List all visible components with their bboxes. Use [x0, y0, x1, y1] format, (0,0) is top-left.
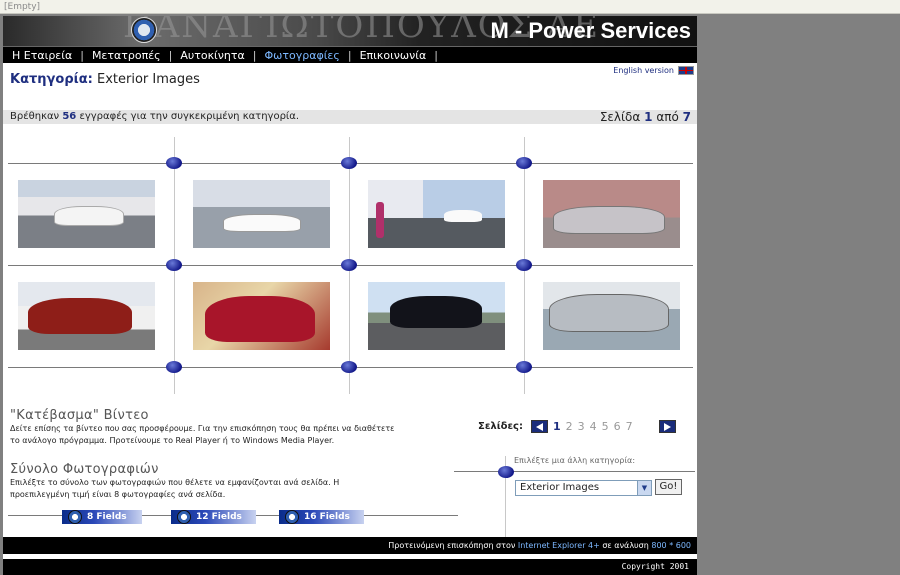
photo-thumbnail-8[interactable]	[543, 282, 680, 350]
page-of: από	[656, 110, 679, 124]
fields-16-button[interactable]: 16 Fields	[279, 510, 364, 524]
copyright-bar: Copyright 2001	[3, 559, 697, 575]
brand-title: M - Power Services	[490, 18, 691, 43]
page-link-3[interactable]: 3	[578, 420, 585, 433]
fields-8-label[interactable]: 8 Fields	[87, 512, 127, 522]
fields-12-label[interactable]: 12 Fields	[196, 512, 242, 522]
footer-bar: Προτεινόμενη επισκόπηση στον Internet Ex…	[3, 537, 697, 554]
photo-thumbnail-5[interactable]	[18, 282, 155, 350]
video-download-title: "Κατέβασμα" Βίντεο	[10, 408, 149, 423]
footer-browser-link[interactable]: Internet Explorer 4+	[518, 541, 600, 550]
video-download-text: Δείτε επίσης τα βίντεο που σας προσφέρου…	[10, 424, 395, 445]
photo-thumbnail-1[interactable]	[18, 180, 155, 248]
photo-thumbnail-7[interactable]	[368, 282, 505, 350]
page-indicator: Σελίδα 1 από 7	[600, 110, 691, 124]
category-select-label: Επιλέξτε μια άλλη κατηγορία:	[514, 456, 636, 465]
photo-grid	[3, 131, 697, 396]
fields-16-label[interactable]: 16 Fields	[304, 512, 350, 522]
nav-separator: |	[168, 49, 173, 62]
grid-bullet-icon	[166, 157, 182, 169]
category-value: Exterior Images	[96, 72, 200, 87]
grid-bullet-icon	[341, 259, 357, 271]
fields-8-button[interactable]: 8 Fields	[62, 510, 142, 524]
nav-separator: |	[252, 49, 257, 62]
nav-contact[interactable]: Επικοινωνία	[360, 49, 427, 62]
fields-12-button[interactable]: 12 Fields	[171, 510, 256, 524]
photo-thumbnail-2[interactable]	[193, 180, 330, 248]
main-nav: Η Εταιρεία | Μετατροπές | Αυτοκίνητα | Φωτογρα…	[3, 46, 697, 63]
photo-count-title: Σύνολο Φωτογραφιών	[10, 462, 159, 477]
nav-separator: |	[434, 49, 438, 62]
nav-separator: |	[347, 49, 352, 62]
grid-bullet-icon	[166, 259, 182, 271]
page-link-4[interactable]: 4	[590, 420, 597, 433]
go-button[interactable]: Go!	[655, 479, 682, 495]
grid-bullet-icon	[516, 157, 532, 169]
english-version-link[interactable]: English version	[613, 66, 694, 75]
english-version-label[interactable]: English version	[613, 66, 674, 75]
page-link-7[interactable]: 7	[626, 420, 633, 433]
grid-bullet-icon	[516, 259, 532, 271]
photo-thumbnail-4[interactable]	[543, 180, 680, 248]
pagination: Σελίδες: 1 2 3 4 5 6 7	[478, 420, 676, 433]
nav-conversions[interactable]: Μετατροπές	[92, 49, 161, 62]
category-label: Κατηγορία:	[10, 72, 93, 87]
results-count: 56	[62, 111, 77, 122]
photo-thumbnail-3[interactable]	[368, 180, 505, 248]
nav-photos[interactable]: Φωτογραφίες	[264, 49, 339, 62]
prev-page-arrow-icon[interactable]	[531, 420, 548, 433]
pagination-label: Σελίδες:	[478, 421, 523, 432]
results-prefix: Βρέθηκαν	[10, 111, 60, 122]
copyright-text: Copyright 2001	[621, 562, 689, 571]
chevron-down-icon[interactable]: ▼	[637, 481, 651, 495]
page-current: 1	[644, 110, 653, 124]
grid-bullet-icon	[516, 361, 532, 373]
page-link-2[interactable]: 2	[566, 420, 573, 433]
category-select[interactable]: Exterior Images ▼	[515, 480, 652, 496]
photo-count-text: Επιλέξτε το σύνολο των φωτογραφιών που θ…	[10, 478, 340, 499]
page-total: 7	[682, 110, 691, 124]
nav-cars[interactable]: Αυτοκίνητα	[180, 49, 244, 62]
grid-bullet-icon	[166, 361, 182, 373]
uk-flag-icon[interactable]	[678, 66, 694, 75]
empty-area	[697, 14, 900, 575]
grid-bullet-icon	[341, 361, 357, 373]
bmw-logo-icon	[285, 510, 299, 524]
page-link-5[interactable]: 5	[602, 420, 609, 433]
category-heading: Κατηγορία: Exterior Images	[10, 72, 200, 87]
grid-bullet-icon	[498, 466, 514, 478]
section-divider	[454, 471, 695, 472]
footer-resolution: 800 * 600	[651, 541, 691, 550]
photo-thumbnail-6[interactable]	[193, 282, 330, 350]
web-page: ΠΑΝΑΓΙΩΤΟΠΟΥΛΟΣ ΑΕ M - Power Services Η …	[3, 16, 697, 575]
page-link-1[interactable]: 1	[553, 420, 561, 433]
category-select-value[interactable]: Exterior Images	[520, 482, 599, 493]
results-suffix: εγγραφές για την συγκεκριμένη κατηγορία.	[79, 111, 300, 122]
header-banner: ΠΑΝΑΓΙΩΤΟΠΟΥΛΟΣ ΑΕ M - Power Services	[3, 16, 697, 46]
bmw-logo-icon	[177, 510, 191, 524]
page-link-6[interactable]: 6	[614, 420, 621, 433]
window-titlebar: [Empty]	[0, 0, 900, 14]
bmw-logo-icon	[68, 510, 82, 524]
nav-separator: |	[80, 49, 84, 62]
page-label: Σελίδα	[599, 110, 641, 124]
next-page-arrow-icon[interactable]	[658, 420, 676, 433]
window: [Empty] ΠΑΝΑΓΙΩΤΟΠΟΥΛΟΣ ΑΕ M - Power Ser…	[0, 0, 900, 575]
grid-bullet-icon	[341, 157, 357, 169]
footer-middle: σε ανάλυση	[602, 541, 649, 550]
nav-company[interactable]: Η Εταιρεία	[12, 49, 72, 62]
bmw-logo-icon	[131, 17, 157, 43]
results-bar: Βρέθηκαν 56 εγγραφές για την συγκεκριμέν…	[3, 110, 697, 124]
footer-prefix: Προτεινόμενη επισκόπηση στον	[388, 541, 516, 550]
